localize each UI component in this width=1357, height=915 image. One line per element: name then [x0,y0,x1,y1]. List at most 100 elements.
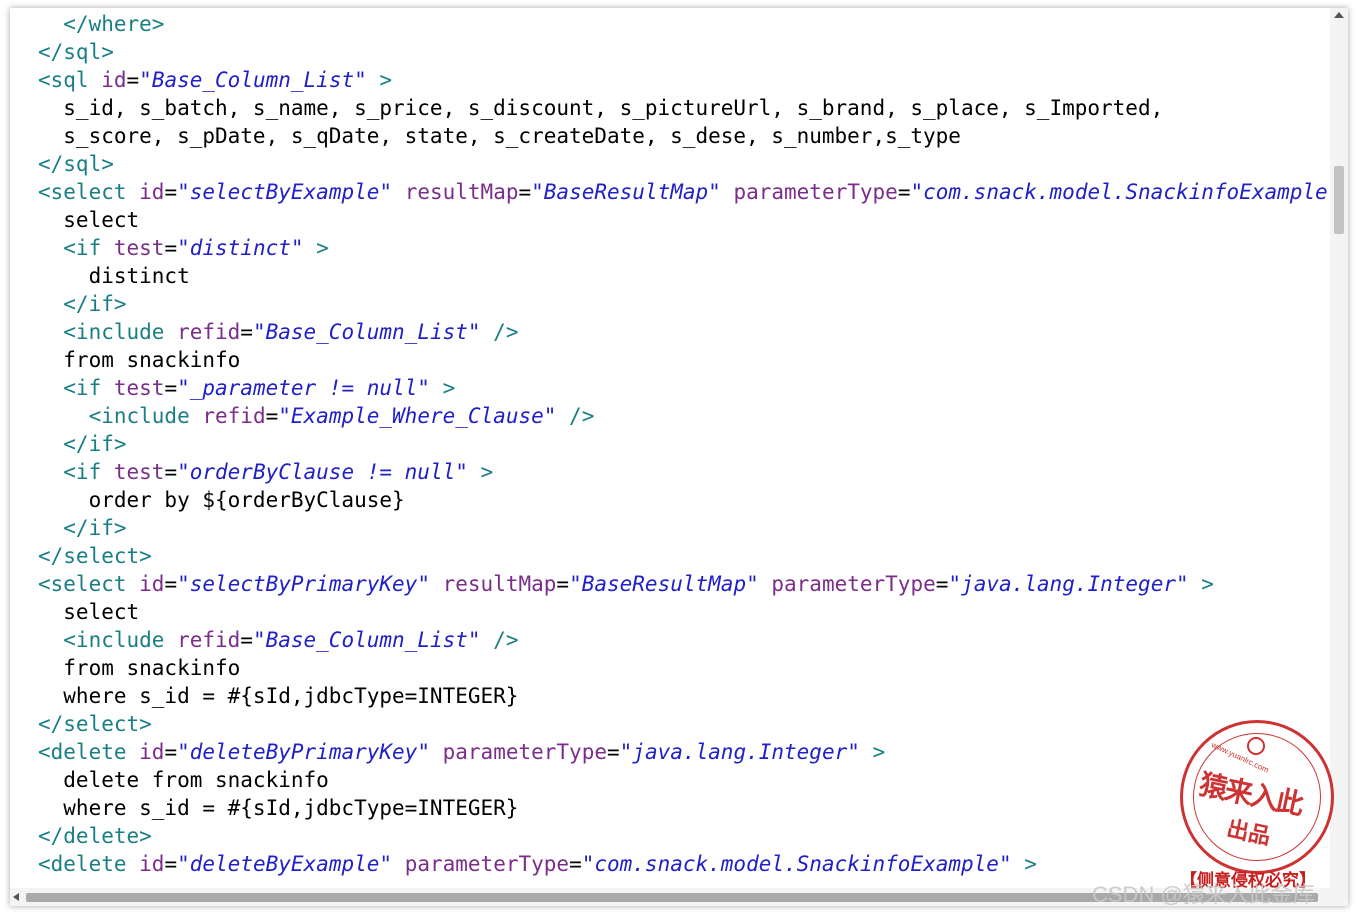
equals-token: = [935,572,949,596]
code-line: s_id, s_batch, s_name, s_price, s_discou… [38,94,1163,122]
attribute-value-token: "com.snack.model.SnackinfoExample" [581,852,1012,876]
code-content: </where> </sql> <sql id="Base_Column_List"… [10,8,1330,888]
code-line: <delete id="deleteByPrimaryKey" paramete… [38,738,885,766]
attribute-value-token: "Example_Where_Clause" [278,404,557,428]
xml-tag-token: <select [38,180,140,204]
code-line: s_score, s_pDate, s_qDate, state, s_crea… [38,122,961,150]
csdn-credit: CSDN @猿来入此金库 [1092,882,1315,907]
equals-token: = [897,180,911,204]
attribute-value-token: "Base_Column_List" [252,320,481,344]
equals-token: = [240,628,253,652]
xml-attribute-token: refid [177,628,241,652]
xml-tag-token: <if [38,460,114,484]
scroll-up-arrow-icon[interactable] [1334,12,1344,18]
equals-token: = [265,404,279,428]
code-line: <include refid="Example_Where_Clause" /> [38,402,595,430]
xml-tag-token: > [1011,852,1037,876]
plain-text-token: distinct [38,264,190,288]
code-line: from snackinfo [38,654,240,682]
attribute-value-token: "com.snack.model.SnackinfoExample" [910,180,1330,204]
xml-tag-token: </select> [38,544,152,568]
code-line: <delete id="deleteByExample" parameterTy… [38,850,1037,878]
code-line: <include refid="Base_Column_List" /> [38,318,518,346]
xml-tag-token: <select [38,572,140,596]
code-line: <if test="orderByClause != null" > [38,458,493,486]
code-line: order by ${orderByClause} [38,486,405,514]
code-line: <sql id="Base_Column_List" > [38,66,392,94]
scrollbar-corner [1330,888,1348,906]
xml-tag-token: > [1188,572,1214,596]
code-line: <include refid="Base_Column_List" /> [38,626,518,654]
xml-tag-token: </where> [38,12,165,36]
xml-tag-token: /> [556,404,595,428]
plain-text-token: where s_id = #{sId,jdbcType=INTEGER} [38,684,519,708]
xml-tag-token: <delete [38,740,140,764]
attribute-value-token: "java.lang.Integer" [619,740,860,764]
equals-token: = [126,68,140,92]
plain-text-token: from snackinfo [38,348,241,372]
code-line: from snackinfo [38,346,240,374]
attribute-value-token: "orderByClause != null" [177,460,468,484]
scroll-left-arrow-icon[interactable] [13,893,19,901]
xml-tag-token: <if [38,376,114,400]
code-line: </sql> [38,38,114,66]
xml-tag-token: </sql> [38,152,114,176]
xml-tag-token: </delete> [38,824,152,848]
equals-token: = [164,572,178,596]
attribute-value-token: "BaseResultMap" [569,572,759,596]
code-line: </if> [38,514,126,542]
xml-tag-token: <include [38,404,203,428]
plain-text-token: where s_id = #{sId,jdbcType=INTEGER} [38,796,519,820]
equals-token: = [164,376,178,400]
xml-tag-token: > [303,236,329,260]
stamp-logo-icon [1247,737,1265,755]
code-line: </select> [38,710,152,738]
xml-tag-token: > [366,68,393,92]
equals-token: = [164,236,178,260]
vertical-scrollbar[interactable] [1330,8,1348,888]
code-line: <select id="selectByExample" resultMap="… [38,178,1330,206]
xml-attribute-token: resultMap [429,572,557,596]
attribute-value-token: "selectByExample" [177,180,393,204]
xml-tag-token: <if [38,236,114,260]
attribute-value-token: "BaseResultMap" [531,180,721,204]
xml-tag-token: </select> [38,712,152,736]
attribute-value-token: "distinct" [177,236,304,260]
code-line: delete from snackinfo [38,766,329,794]
xml-attribute-token: parameterType [720,180,898,204]
plain-text-token: delete from snackinfo [38,768,329,792]
code-line: <if test="distinct" > [38,234,329,262]
equals-token: = [607,740,620,764]
plain-text-token: s_id, s_batch, s_name, s_price, s_discou… [38,96,1164,120]
plain-text-token: from snackinfo [38,656,241,680]
code-line: select [38,598,139,626]
xml-attribute-token: refid [202,404,266,428]
xml-tag-token: > [859,740,886,764]
xml-tag-token: </if> [38,292,127,316]
xml-tag-token: <sql [38,68,102,92]
code-viewer-window: </where> </sql> <sql id="Base_Column_List"… [10,8,1348,906]
vertical-scroll-thumb[interactable] [1334,166,1344,234]
code-line: <if test="_parameter != null" > [38,374,455,402]
equals-token: = [240,320,253,344]
plain-text-token: select [38,600,140,624]
code-line: </delete> [38,822,152,850]
attribute-value-token: "Base_Column_List" [139,68,367,92]
code-line: </where> [38,10,164,38]
equals-token: = [164,740,178,764]
equals-token: = [164,460,178,484]
plain-text-token: select [38,208,140,232]
xml-attribute-token: id [139,572,165,596]
plain-text-token: s_score, s_pDate, s_qDate, state, s_crea… [38,124,961,148]
xml-attribute-token: parameterType [429,740,607,764]
xml-tag-token: <include [38,628,178,652]
attribute-value-token: "deleteByPrimaryKey" [177,740,430,764]
code-line: select [38,206,139,234]
xml-tag-token: /> [480,320,519,344]
xml-attribute-token: id [139,852,165,876]
attribute-value-token: "Base_Column_List" [252,628,481,652]
xml-attribute-token: test [113,236,165,260]
watermark-stamp: www.yuanlrc.com 猿来入此 出品 [1180,720,1334,874]
equals-token: = [164,180,178,204]
code-line: <select id="selectByPrimaryKey" resultMa… [38,570,1214,598]
